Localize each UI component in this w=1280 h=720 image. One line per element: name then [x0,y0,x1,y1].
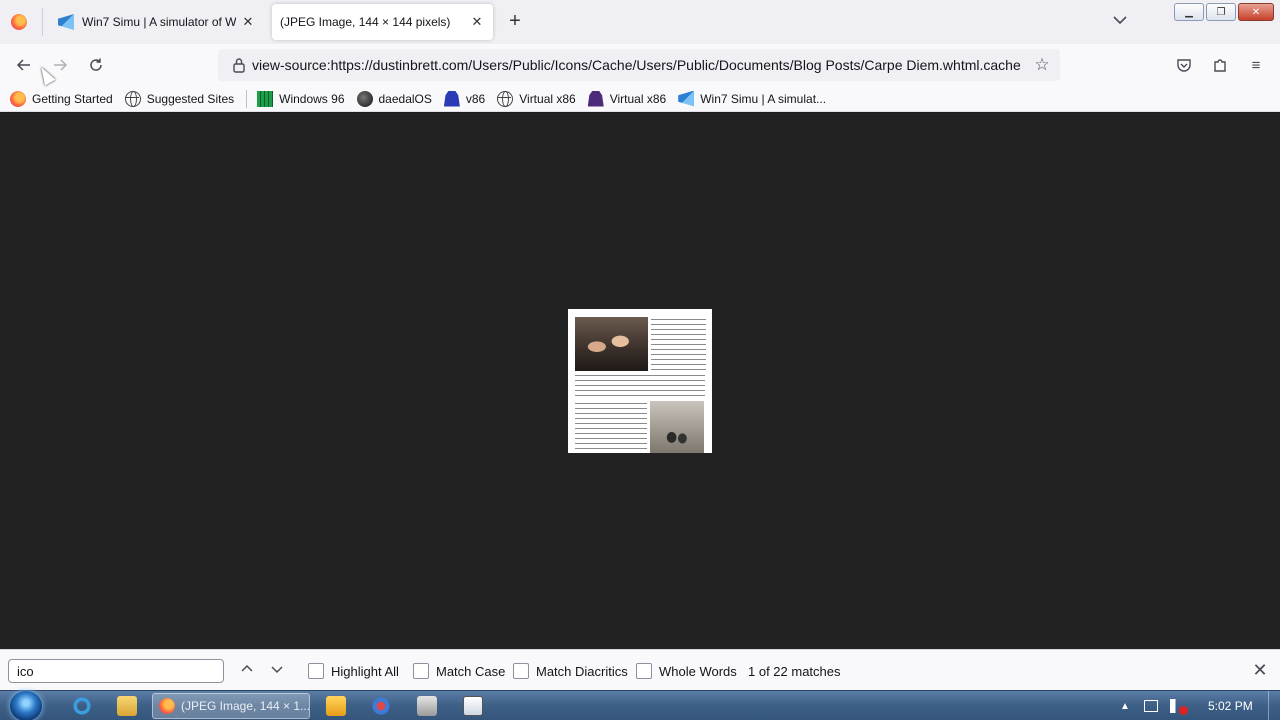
restore-button[interactable]: ❐ [1206,3,1236,21]
bookmark-win7-simu[interactable]: Win7 Simu | A simulat... [678,90,827,107]
bookmark-virtual-x86[interactable]: Virtual x86 [497,90,576,107]
taskbar-clock[interactable]: 5:02 PM [1208,699,1253,713]
bookmark-label: daedalOS [378,91,432,106]
page-content [0,113,1280,649]
checkbox-label: Match Diacritics [536,663,628,679]
internet-explorer-icon[interactable] [72,696,92,716]
v86-icon [587,90,604,107]
v86-icon [443,90,460,107]
win7-icon [678,90,695,107]
bookmark-label: Virtual x86 [519,91,576,106]
find-close-icon[interactable]: ✕ [1250,660,1270,680]
text-block [575,373,705,399]
extensions-icon[interactable] [1211,56,1229,74]
bookmark-daedalos[interactable]: daedalOS [356,90,432,107]
match-diacritics-checkbox[interactable]: Match Diacritics [513,663,628,679]
bookmark-star-icon[interactable]: ☆ [1030,55,1054,75]
checkbox-box[interactable] [308,663,324,679]
navigation-toolbar: view-source:https://dustinbrett.com/User… [0,44,1280,86]
checkbox-label: Highlight All [331,663,399,679]
new-tab-button[interactable]: + [505,11,525,32]
tab-strip: Win7 Simu | A simulator of Win ✕ (JPEG I… [0,0,1280,44]
document-icon[interactable] [463,696,483,716]
win7-favicon-icon [58,14,74,30]
find-input[interactable] [8,659,224,683]
bookmark-label: Win7 Simu | A simulat... [700,91,827,106]
window-controls: ▁ ❐ ✕ [1174,3,1274,21]
show-hidden-icons-icon[interactable]: ▲ [1120,701,1130,712]
chevron-down-icon[interactable] [1112,12,1128,28]
tab-close-icon[interactable]: ✕ [469,14,485,30]
bookmark-suggested-sites[interactable]: Suggested Sites [124,90,235,107]
tab-close-icon[interactable]: ✕ [240,14,256,30]
tab-jpeg-image[interactable]: (JPEG Image, 144 × 144 pixels) ✕ [272,4,493,40]
arrow-left-icon [16,59,30,71]
find-bar: Highlight All Match Case Match Diacritic… [0,649,1280,690]
chevron-up-icon [241,664,253,672]
url-text[interactable]: view-source:https://dustinbrett.com/User… [252,57,1030,73]
minimize-button[interactable]: ▁ [1174,3,1204,21]
reload-button[interactable] [84,53,108,77]
text-block [651,317,706,373]
windows-taskbar: (JPEG Image, 144 × 1... ▲ 5:02 PM [0,690,1280,720]
bookmark-v86[interactable]: v86 [443,90,486,107]
windows96-icon [257,90,274,107]
tab-separator [42,8,43,36]
bookmark-label: Virtual x86 [609,91,667,106]
highlight-all-checkbox[interactable]: Highlight All [308,663,399,679]
start-button[interactable] [10,691,42,720]
tab-title: Win7 Simu | A simulator of Win [82,15,236,29]
control-panel-icon[interactable] [417,696,437,716]
address-bar[interactable]: view-source:https://dustinbrett.com/User… [218,49,1060,81]
pocket-icon[interactable] [1175,56,1193,74]
bookmark-label: Windows 96 [279,91,345,106]
bookmark-getting-started[interactable]: Getting Started [10,90,113,107]
taskbar-task-label: (JPEG Image, 144 × 1... [181,699,309,713]
find-previous-button[interactable] [237,661,257,681]
bookmark-virtual-x86-2[interactable]: Virtual x86 [587,90,667,107]
firefox-view-icon[interactable] [11,14,27,30]
firefox-icon [10,90,26,107]
globe-icon [124,90,141,107]
back-button[interactable] [12,53,36,77]
checkbox-box[interactable] [413,663,429,679]
taskbar-task-firefox[interactable]: (JPEG Image, 144 × 1... [152,693,310,719]
checkbox-box[interactable] [513,663,529,679]
photo-gallery [650,401,704,453]
jpeg-image[interactable] [568,309,712,453]
bookmark-label: v86 [465,91,486,106]
daedalos-icon [356,90,373,107]
find-next-button[interactable] [267,661,287,681]
bookmark-label: Suggested Sites [146,91,235,106]
close-window-button[interactable]: ✕ [1238,3,1274,21]
whole-words-checkbox[interactable]: Whole Words [636,663,737,679]
bookmark-label: Getting Started [32,91,113,106]
arrow-right-icon [54,59,68,71]
chevron-down-icon [271,666,283,674]
hamburger-menu-icon[interactable]: ≡ [1247,56,1265,74]
photo-couple [575,317,648,371]
checkbox-label: Match Case [436,663,506,679]
bookmark-separator [246,89,248,108]
match-case-checkbox[interactable]: Match Case [413,663,505,679]
system-tray: ▲ [1120,691,1188,720]
network-icon[interactable] [1143,700,1158,712]
globe-icon [497,90,514,107]
text-block [575,401,647,451]
app-icon[interactable] [371,696,391,716]
tab-title: (JPEG Image, 144 × 144 pixels) [280,15,451,29]
show-desktop-button[interactable] [1268,691,1280,720]
firefox-icon [159,698,175,714]
lock-icon[interactable] [224,57,254,73]
checkbox-box[interactable] [636,663,652,679]
bookmark-windows-96[interactable]: Windows 96 [257,90,345,107]
tab-win7-simu[interactable]: Win7 Simu | A simulator of Win ✕ [50,4,264,40]
checkbox-label: Whole Words [659,663,737,679]
volume-muted-icon[interactable] [1169,699,1188,715]
explorer-folder-icon[interactable] [117,696,137,716]
bookmarks-toolbar: Getting Started Suggested Sites Windows … [0,86,1280,112]
media-player-icon[interactable] [326,696,346,716]
reload-icon [90,58,102,71]
find-match-status: 1 of 22 matches [748,664,841,679]
